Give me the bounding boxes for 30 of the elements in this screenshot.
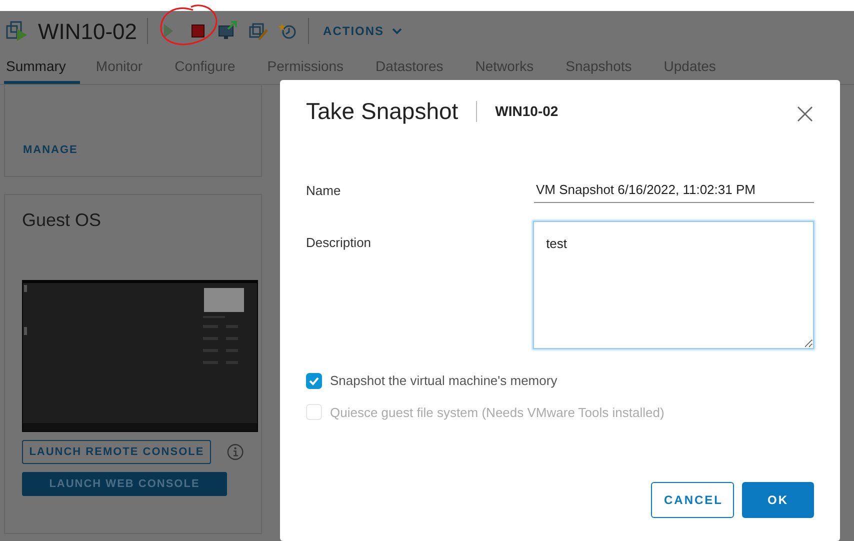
tab[interactable]: Permissions: [251, 53, 360, 84]
actions-menu-button[interactable]: ACTIONS: [319, 22, 406, 40]
checkbox[interactable]: [306, 372, 322, 389]
dialog-title: Take Snapshot: [306, 97, 458, 126]
vm-icon: [6, 20, 28, 42]
dialog-subtitle: WIN10-02: [476, 100, 558, 122]
tab[interactable]: Snapshots: [550, 53, 648, 84]
manage-link[interactable]: MANAGE: [23, 142, 78, 158]
close-icon: [797, 106, 813, 122]
tab[interactable]: Configure: [158, 53, 252, 84]
ok-button[interactable]: OK: [742, 482, 814, 518]
vm-name: WIN10-02: [38, 18, 138, 46]
info-icon[interactable]: [227, 443, 244, 461]
description-field[interactable]: test: [533, 221, 814, 349]
field-label: Description: [306, 234, 372, 252]
tab[interactable]: Updates: [648, 53, 732, 84]
remote-console-button[interactable]: LAUNCH REMOTE CONSOLE: [22, 440, 212, 464]
caret-icon: [392, 28, 402, 34]
tab[interactable]: Monitor: [80, 53, 159, 84]
clock-icon[interactable]: [278, 21, 298, 41]
panel-title: Guest OS: [22, 209, 102, 232]
tab[interactable]: Networks: [459, 53, 550, 84]
tab[interactable]: Datastores: [360, 53, 460, 84]
checkbox-label: Snapshot the virtual machine's memory: [330, 372, 558, 390]
monitor-icon[interactable]: [218, 21, 238, 41]
checkbox-label: Quiesce guest file system (Needs VMware Tools installed): [330, 404, 664, 422]
cancel-button[interactable]: CANCEL: [651, 482, 734, 518]
field-label: Name: [306, 182, 342, 200]
edit-icon[interactable]: [248, 21, 268, 41]
web-console-button[interactable]: LAUNCH WEB CONSOLE: [22, 472, 227, 496]
